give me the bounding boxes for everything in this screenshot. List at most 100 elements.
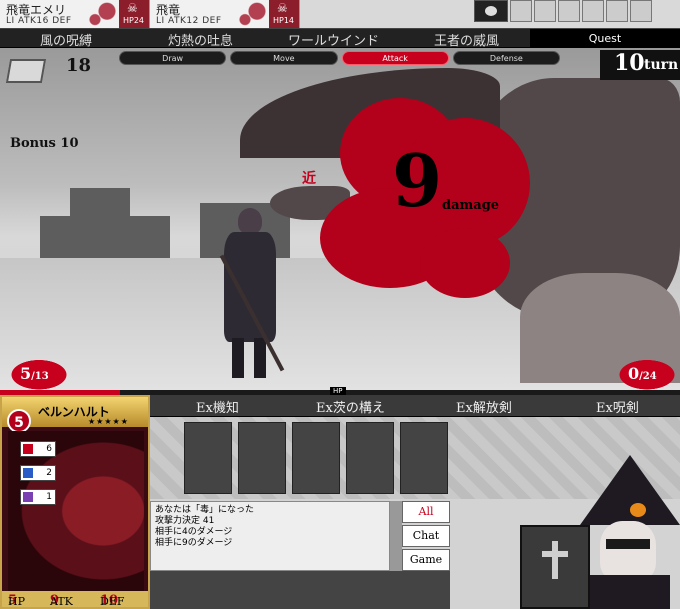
hand-card-slot[interactable] bbox=[292, 422, 340, 494]
item-slot[interactable] bbox=[606, 0, 628, 22]
enemy-skill[interactable]: 灼熱の吐息 bbox=[168, 30, 233, 49]
witch-robe bbox=[590, 575, 670, 609]
deck-counter[interactable]: 18 bbox=[5, 55, 98, 83]
atk-card-stat: 6 bbox=[20, 441, 56, 457]
move-card-stat: 1 bbox=[20, 489, 56, 505]
bottom-panel: 5 ベルンハルト ★★★★★ 6 2 1 HP 5 ATK 9 DEF 10 E… bbox=[0, 395, 680, 609]
atk-stat: ATK 9 bbox=[50, 593, 73, 607]
move-card-value: 1 bbox=[46, 492, 52, 502]
player-counter-value: 5 bbox=[20, 364, 32, 383]
def-card-value: 2 bbox=[46, 468, 52, 478]
hero-leg bbox=[254, 338, 266, 378]
enemy-skill[interactable]: ワールウインド bbox=[288, 30, 379, 49]
phase-draw: Draw bbox=[119, 51, 227, 65]
move-card-icon bbox=[23, 492, 33, 502]
character-card[interactable]: 5 ベルンハルト ★★★★★ 6 2 1 HP 5 ATK 9 DEF 10 bbox=[0, 395, 150, 609]
ex-skill[interactable]: Ex解放剣 bbox=[456, 397, 512, 416]
pumpkin-icon bbox=[630, 503, 646, 517]
item-slot[interactable] bbox=[510, 0, 532, 22]
log-tabs: All Chat Game bbox=[402, 501, 450, 571]
enemy-counter-text: 0/24 bbox=[628, 364, 657, 383]
hp-divider-label: HP bbox=[330, 387, 346, 395]
atk-card-value: 6 bbox=[46, 444, 52, 454]
item-slot[interactable] bbox=[582, 0, 604, 22]
phase-attack: Attack bbox=[341, 51, 449, 65]
enemy-skill-banner: 風の呪縛 灼熱の吐息 ワールウインド 王者の威風 Quest bbox=[0, 28, 680, 49]
log-tab-chat[interactable]: Chat bbox=[402, 525, 450, 547]
player-counter-total: /13 bbox=[31, 371, 49, 382]
damage-label: damage bbox=[442, 198, 500, 213]
enemy-hp-box: ☠ HP14 bbox=[269, 0, 299, 28]
item-slot[interactable] bbox=[534, 0, 556, 22]
turn-label: turn bbox=[644, 57, 679, 73]
ex-skill[interactable]: Ex呪剣 bbox=[596, 397, 639, 416]
hand-card-slot[interactable] bbox=[238, 422, 286, 494]
deck-count: 18 bbox=[66, 55, 92, 76]
enemy-hp: HP14 bbox=[273, 16, 295, 25]
enemy-skill[interactable]: 王者の威風 bbox=[434, 30, 499, 49]
ex-skill[interactable]: Ex茨の構え bbox=[316, 397, 385, 416]
log-tab-all[interactable]: All bbox=[402, 501, 450, 523]
log-line: 相手に4のダメージ bbox=[155, 527, 233, 537]
enemy-counter-value: 0 bbox=[628, 364, 640, 383]
hero-character[interactable] bbox=[210, 208, 290, 380]
deck-card-icon bbox=[5, 59, 47, 83]
character-level: 5 bbox=[7, 409, 31, 433]
enemy-card-2[interactable]: 飛竜 LI ATK12 DEF ☠ HP14 bbox=[150, 0, 300, 28]
hand-card-slot[interactable] bbox=[184, 422, 232, 494]
enemy-counter-total: /24 bbox=[639, 371, 657, 382]
player-counter-text: 5/13 bbox=[20, 364, 49, 383]
witch-hat bbox=[580, 455, 680, 525]
atk-card-icon bbox=[23, 444, 33, 454]
damage-number: 9 bbox=[392, 138, 443, 223]
chat-input-area[interactable] bbox=[150, 571, 450, 609]
enemy-strip: 飛竜エメリ LI ATK16 DEF ☠ HP24 飛竜 LI ATK12 DE… bbox=[0, 0, 680, 28]
log-tab-game[interactable]: Game bbox=[402, 549, 450, 571]
item-slot[interactable] bbox=[558, 0, 580, 22]
rock-formation bbox=[40, 216, 170, 258]
turn-indicator: 10 turn bbox=[600, 50, 680, 80]
phase-defense: Defense bbox=[452, 51, 560, 65]
enemy-stats: LI ATK16 DEF bbox=[6, 16, 72, 26]
log-line: 相手に9のダメージ bbox=[155, 538, 233, 548]
cross-bar bbox=[542, 551, 568, 557]
blood-splatter bbox=[229, 0, 269, 28]
hp-stat: HP 5 bbox=[8, 593, 25, 607]
atk-stat-label: ATK bbox=[50, 595, 73, 608]
character-stat-bar: HP 5 ATK 9 DEF 10 bbox=[2, 591, 148, 607]
hand-card-slot[interactable] bbox=[400, 422, 448, 494]
hero-leg bbox=[232, 338, 244, 378]
enemy-skill[interactable]: 風の呪縛 bbox=[40, 30, 92, 49]
enemy-hp-box: ☠ HP24 bbox=[119, 0, 149, 28]
cross-icon bbox=[552, 541, 558, 579]
enemy-card-1[interactable]: 飛竜エメリ LI ATK16 DEF ☠ HP24 bbox=[0, 0, 150, 28]
hand-card-slot[interactable] bbox=[346, 422, 394, 494]
enemy-hp: HP24 bbox=[123, 16, 145, 25]
ex-skill[interactable]: Ex機知 bbox=[196, 397, 239, 416]
skull-icon: ☠ bbox=[277, 1, 288, 15]
def-stat: DEF 10 bbox=[100, 593, 124, 607]
log-scrollbar[interactable] bbox=[390, 501, 402, 571]
def-card-stat: 2 bbox=[20, 465, 56, 481]
bonus-label: Bonus 10 bbox=[10, 136, 79, 151]
character-rarity-stars: ★★★★★ bbox=[88, 417, 129, 426]
quest-tab[interactable]: Quest bbox=[530, 29, 680, 49]
player-action-counter: 5/13 bbox=[4, 356, 74, 390]
phase-bar: Draw Move Attack Defense bbox=[117, 51, 562, 65]
blood-splatter bbox=[79, 0, 119, 28]
def-stat-label: DEF bbox=[100, 595, 125, 608]
enemy-stats: LI ATK12 DEF bbox=[156, 16, 222, 26]
item-slot[interactable] bbox=[630, 0, 652, 22]
witch-mascot bbox=[520, 455, 680, 609]
turn-number: 10 bbox=[614, 50, 645, 76]
blood-blob bbox=[420, 228, 510, 298]
battle-log[interactable]: あなたは「毒」になった 攻撃力決定 41 相手に4のダメージ 相手に9のダメージ bbox=[150, 501, 390, 571]
skull-icon: ☠ bbox=[127, 1, 138, 15]
ex-skill-bar: Ex機知 Ex茨の構え Ex解放剣 Ex呪剣 bbox=[150, 395, 680, 417]
def-card-icon bbox=[23, 468, 33, 478]
active-item-slot[interactable] bbox=[474, 0, 508, 22]
hp-stat-label: HP bbox=[8, 595, 25, 608]
item-slots bbox=[474, 0, 680, 24]
coffin-icon bbox=[520, 525, 590, 609]
enemy-action-counter: 0/24 bbox=[612, 356, 680, 390]
